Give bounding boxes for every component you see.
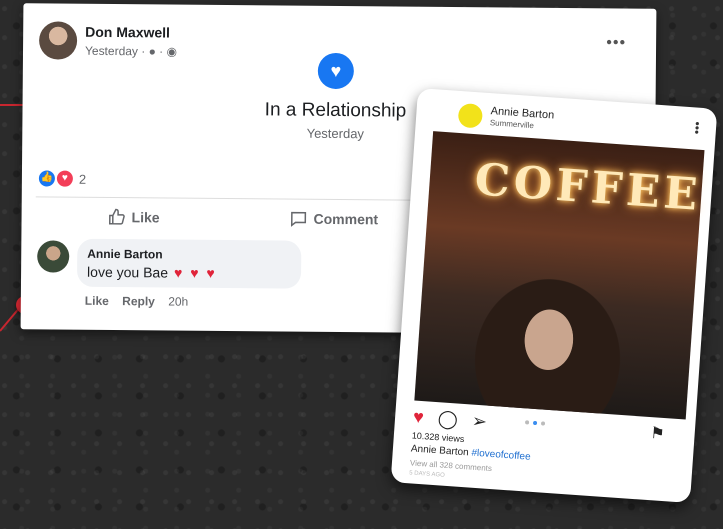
author-name[interactable]: Don Maxwell [85, 24, 170, 41]
hearts-emoji: ♥ ♥ ♥ [173, 264, 217, 281]
ig-caption-user[interactable]: Annie Barton [411, 443, 469, 458]
ig-bookmark-icon[interactable]: ⚑ [650, 423, 666, 444]
comment-icon [290, 211, 307, 227]
like-label: Like [131, 209, 160, 226]
ig-comment-icon[interactable]: ◯ [437, 408, 459, 430]
ig-like-heart-icon[interactable]: ♥ [412, 406, 425, 428]
comment-text: love you Bae ♥ ♥ ♥ [87, 264, 217, 281]
like-reaction-icon: 👍 [38, 170, 55, 187]
thumbs-up-icon [109, 208, 125, 225]
comment-button[interactable]: Comment [289, 210, 378, 229]
more-options-icon[interactable]: ••• [606, 34, 626, 52]
ig-views: 10.328 views [411, 430, 465, 445]
ig-share-icon[interactable]: ➢ [471, 411, 487, 433]
ig-photo[interactable]: COFFEE [414, 131, 705, 420]
comment-meta: Like Reply 20h [85, 294, 199, 309]
instagram-post-card: Annie Barton Summerville ••• COFFEE ♥ ◯ … [390, 88, 718, 503]
heart-icon: ♥ [317, 52, 355, 90]
ig-time-ago: 5 DAYS AGO [409, 470, 445, 479]
comment-time: 20h [168, 294, 189, 309]
ig-hashtag[interactable]: #loveofcoffee [471, 448, 531, 463]
carousel-dots [524, 420, 546, 426]
reactions-summary[interactable]: 👍 ♥ 2 [38, 170, 87, 187]
coffee-sign: COFFEE [473, 154, 704, 221]
ig-location[interactable]: Summerville [490, 118, 535, 130]
comment-like-link[interactable]: Like [85, 294, 109, 308]
comment-bubble: Annie Barton love you Bae ♥ ♥ ♥ [76, 238, 302, 289]
commenter-name[interactable]: Annie Barton [87, 247, 162, 262]
author-avatar[interactable] [38, 21, 78, 60]
ig-action-bar: ♥ ◯ ➢ [412, 406, 488, 433]
like-button[interactable]: Like [107, 208, 160, 226]
life-event-title: In a Relationship [264, 99, 407, 122]
comment-label: Comment [313, 210, 379, 228]
comment-reply-link[interactable]: Reply [122, 294, 155, 308]
ig-avatar[interactable] [457, 102, 484, 129]
comment-body: love you Bae [87, 263, 169, 281]
post-time: Yesterday · ● · ◉ [84, 43, 178, 59]
commenter-avatar[interactable] [37, 240, 70, 273]
red-string-bottom [0, 307, 21, 332]
love-reaction-icon: ♥ [56, 170, 73, 187]
reaction-count: 2 [78, 171, 87, 187]
ig-more-icon[interactable]: ••• [690, 121, 705, 135]
